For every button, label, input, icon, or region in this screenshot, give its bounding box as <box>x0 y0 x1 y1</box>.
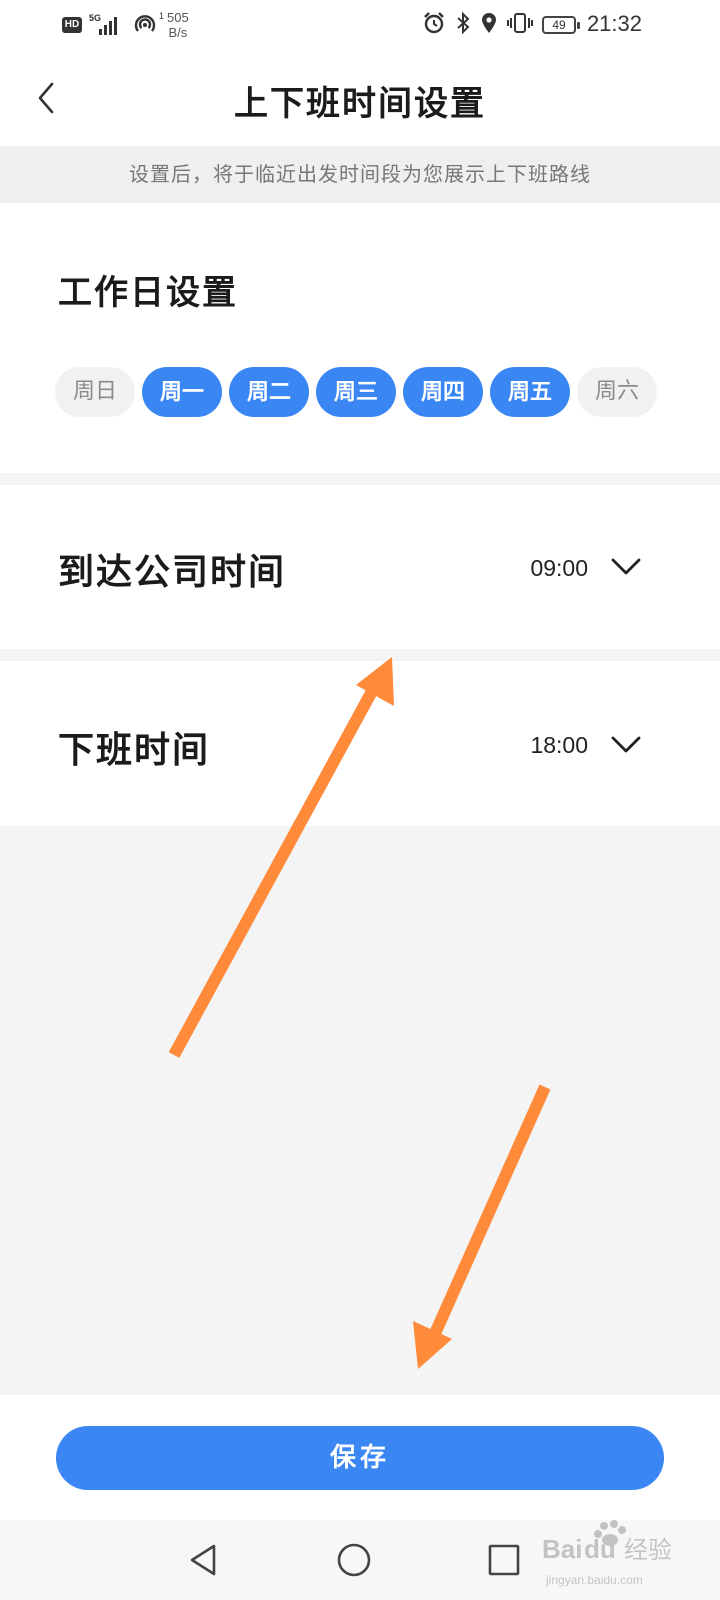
hd-badge: HD <box>62 17 82 33</box>
day-pill[interactable]: 周一 <box>142 367 222 417</box>
day-pill[interactable]: 周日 <box>55 367 135 417</box>
status-time: 21:32 <box>586 11 642 36</box>
arrive-time-label: 到达公司时间 <box>58 551 287 593</box>
hotspot-icon: 1 <box>132 11 164 37</box>
page-title: 上下班时间设置 <box>234 84 486 124</box>
save-bar: 保存 <box>0 1395 720 1520</box>
arrow-down-icon <box>413 1084 551 1369</box>
hotspot-count: 1 <box>158 11 164 21</box>
leave-time-value: 18:00 <box>530 732 588 758</box>
save-button[interactable]: 保存 <box>56 1426 664 1490</box>
speed-unit: B/s <box>168 25 188 40</box>
arrive-time-row[interactable]: 到达公司时间 09:00 <box>0 485 720 649</box>
baidu-jingyan-watermark: Bai du 经验 jingyan.baidu.com <box>542 1520 672 1587</box>
nav-recents-button[interactable] <box>484 1540 524 1580</box>
nav-home-icon <box>337 1543 371 1577</box>
location-icon <box>480 11 498 39</box>
nav-back-icon <box>190 1544 216 1576</box>
header: 上下班时间设置 <box>0 50 720 146</box>
day-pill[interactable]: 周三 <box>316 367 396 417</box>
bluetooth-icon <box>455 11 471 39</box>
day-pill[interactable]: 周四 <box>403 367 483 417</box>
battery-indicator: 49 <box>542 16 580 34</box>
workday-title: 工作日设置 <box>58 273 238 313</box>
svg-text:du: du <box>584 1534 616 1564</box>
signal-bars <box>99 17 117 35</box>
day-pill[interactable]: 周五 <box>490 367 570 417</box>
day-pill[interactable]: 周六 <box>577 367 657 417</box>
network-speed: 505 B/s <box>167 10 189 40</box>
status-right-group: 49 <box>422 10 580 40</box>
status-left-group: HD 5G 1 505 B/s <box>62 10 189 40</box>
arrive-time-value: 09:00 <box>530 555 588 581</box>
cellular-signal-icon: 5G <box>89 13 125 37</box>
hint-text: 设置后，将于临近出发时间段为您展示上下班路线 <box>0 146 720 203</box>
svg-text:Bai: Bai <box>542 1534 582 1564</box>
nav-back-button[interactable] <box>184 1540 224 1580</box>
svg-text:经验: 经验 <box>624 1536 672 1564</box>
alarm-icon <box>422 11 446 39</box>
nav-home-button[interactable] <box>334 1540 374 1580</box>
workday-settings-card: 工作日设置 周日 周一 周二 周三 周四 周五 周六 <box>0 203 720 473</box>
leave-time-label: 下班时间 <box>58 729 211 771</box>
svg-text:jingyan.baidu.com: jingyan.baidu.com <box>545 1573 643 1587</box>
weekday-selector: 周日 周一 周二 周三 周四 周五 周六 <box>55 367 657 417</box>
nav-recents-icon <box>488 1544 520 1576</box>
status-bar: HD 5G 1 505 B/s 49 21:32 <box>0 0 720 50</box>
speed-value: 505 <box>167 10 189 25</box>
leave-time-row[interactable]: 下班时间 18:00 <box>0 661 720 826</box>
chevron-down-icon <box>611 558 641 575</box>
day-pill[interactable]: 周二 <box>229 367 309 417</box>
vibrate-icon <box>507 11 533 39</box>
chevron-down-icon <box>611 736 641 753</box>
